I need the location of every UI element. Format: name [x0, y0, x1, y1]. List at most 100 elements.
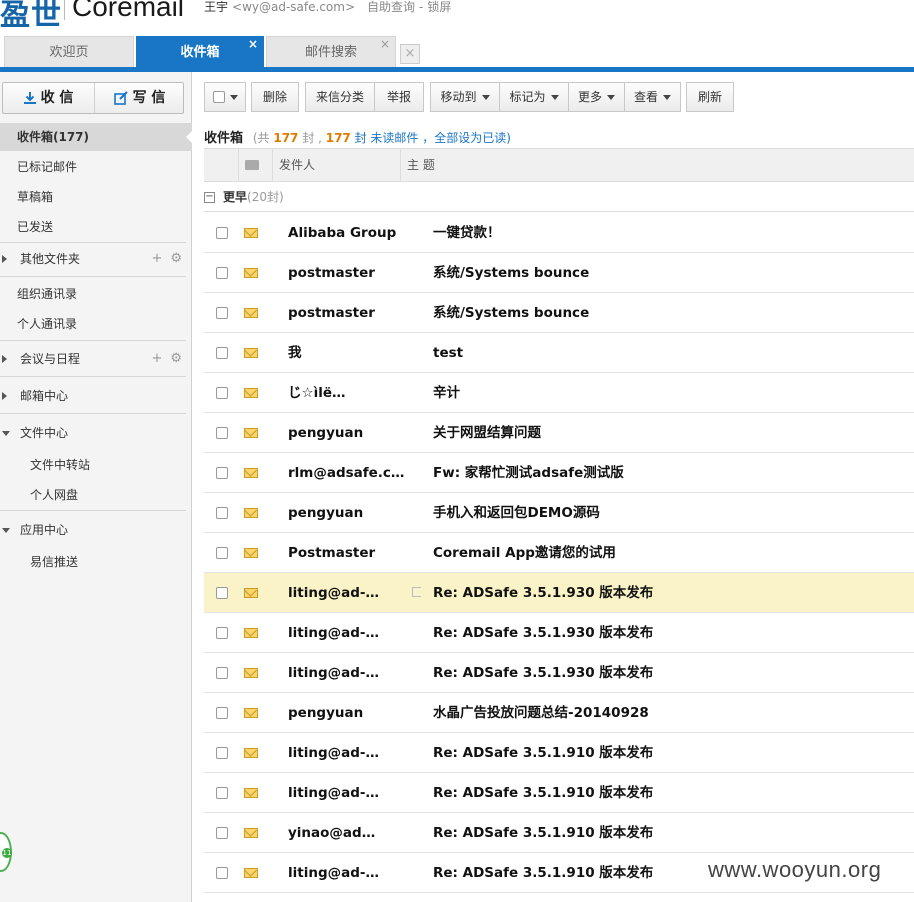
sidebar-item-label: 草稿箱 [17, 190, 54, 204]
table-row[interactable]: pengyuan 手机入和返回包DEMO源码 [204, 493, 914, 533]
row-checkbox[interactable] [216, 267, 228, 279]
add-icon[interactable]: + [151, 351, 162, 366]
row-checkbox[interactable] [216, 867, 228, 879]
close-icon[interactable]: × [380, 28, 390, 60]
flag-icon[interactable] [412, 587, 421, 597]
sidebar-item-personal-contacts[interactable]: 个人通讯录 [0, 310, 192, 338]
sender-column-header[interactable]: 发件人 [272, 149, 400, 181]
mail-subject: 手机入和返回包DEMO源码 [433, 505, 600, 521]
table-row[interactable]: pengyuan 水晶广告投放问题总结-20140928 [204, 693, 914, 733]
expand-arrow-icon[interactable] [2, 392, 7, 400]
row-checkbox[interactable] [216, 627, 228, 639]
sidebar-item-org-contacts[interactable]: 组织通讯录 [0, 280, 192, 308]
select-all-checkbox[interactable] [212, 91, 225, 103]
gear-icon[interactable]: ⚙ [170, 251, 182, 266]
row-checkbox[interactable] [216, 467, 228, 479]
write-button[interactable]: 写 信 [94, 83, 184, 113]
sidebar-item-file-center[interactable]: 文件中心 [0, 419, 192, 447]
row-checkbox[interactable] [216, 667, 228, 679]
mark-as-dropdown[interactable]: 标记为 [499, 82, 569, 112]
table-row[interactable]: liting@ad-… Re: ADSafe 3.5.1.930 版本发布 [204, 573, 914, 613]
sidebar-item-label: 文件中转站 [30, 458, 91, 472]
sender-name: pengyuan [288, 505, 364, 521]
table-row[interactable]: rlm@adsafe.c… Fw: 家帮忙测试adsafe测试版 [204, 453, 914, 493]
close-icon[interactable]: × [400, 44, 420, 64]
row-checkbox[interactable] [216, 827, 228, 839]
table-row[interactable]: postmaster 系统/Systems bounce [204, 293, 914, 333]
close-icon[interactable]: × [248, 28, 258, 60]
table-row[interactable]: liting@ad-… Re: ADSafe 3.5.1.910 版本发布 [204, 773, 914, 813]
mail-subject: Re: ADSafe 3.5.1.930 版本发布 [433, 665, 654, 681]
sender-classify-button[interactable]: 来信分类 [305, 82, 375, 112]
tab-welcome[interactable]: 欢迎页 [4, 36, 134, 68]
table-row[interactable]: Postmaster Coremail App邀请您的试用 [204, 533, 914, 573]
table-row[interactable]: yinao@ad… Re: ADSafe 3.5.1.910 版本发布 [204, 813, 914, 853]
envelope-icon [244, 788, 258, 798]
mark-all-read-link[interactable]: ，全部设为已读) [422, 131, 511, 145]
sender-name: liting@ad-… [288, 865, 379, 881]
sidebar-item-personal-disk[interactable]: 个人网盘 [0, 481, 192, 509]
row-checkbox[interactable] [216, 507, 228, 519]
sidebar-item-mailbox-center[interactable]: 邮箱中心 [0, 382, 192, 410]
lock-screen-link[interactable]: 锁屏 [427, 0, 451, 14]
expand-arrow-icon[interactable] [2, 355, 7, 363]
table-row[interactable]: postmaster 系统/Systems bounce [204, 253, 914, 293]
row-checkbox[interactable] [216, 387, 228, 399]
row-checkbox[interactable] [216, 547, 228, 559]
add-icon[interactable]: + [151, 251, 162, 266]
sender-name: じ☆ìlë… [288, 385, 346, 401]
table-row[interactable]: じ☆ìlë… 辛计 [204, 373, 914, 413]
app-header: 盈世 Coremail 王宇 <wy@ad-safe.com> 自助查询 - 锁屏 [0, 0, 914, 34]
unread-mail-link[interactable]: 封 未读邮件 [355, 131, 419, 145]
table-row[interactable]: liting@ad-… Re: ADSafe 3.5.1.930 版本发布 [204, 613, 914, 653]
receive-button[interactable]: 收 信 [3, 83, 93, 113]
table-row[interactable]: pengyuan 关于网盟结算问题 [204, 413, 914, 453]
sidebar-item-yixin-push[interactable]: 易信推送 [0, 548, 192, 576]
sidebar-item-calendar[interactable]: 会议与日程 + ⚙ [0, 345, 192, 373]
mail-subject: Re: ADSafe 3.5.1.930 版本发布 [433, 625, 654, 641]
sidebar-item-inbox[interactable]: 收件箱(177) [0, 123, 193, 151]
table-row[interactable]: Alibaba Group 一键贷款！ [204, 213, 914, 253]
report-button[interactable]: 举报 [374, 82, 424, 112]
self-service-link[interactable]: 自助查询 [367, 0, 415, 14]
tab-inbox[interactable]: 收件箱 × [136, 36, 264, 68]
sidebar-item-drafts[interactable]: 草稿箱 [0, 183, 192, 211]
subject-column-header[interactable]: 主 题 [400, 149, 914, 181]
table-row[interactable]: liting@ad-… Re: ADSafe 3.5.1.930 版本发布 [204, 653, 914, 693]
refresh-button[interactable]: 刷新 [686, 82, 734, 112]
row-checkbox[interactable] [216, 427, 228, 439]
more-label: 更多 [577, 90, 602, 104]
sidebar-item-sent[interactable]: 已发送 [0, 213, 192, 241]
row-checkbox[interactable] [216, 347, 228, 359]
row-checkbox[interactable] [216, 747, 228, 759]
tab-mail-search[interactable]: 邮件搜索 × [266, 36, 396, 68]
collapse-icon[interactable]: − [204, 192, 215, 203]
group-earlier[interactable]: − 更早(20封) [204, 183, 914, 212]
sidebar-item-file-transfer[interactable]: 文件中转站 [0, 451, 192, 479]
collapse-arrow-icon[interactable] [2, 528, 10, 533]
sender-name: pengyuan [288, 425, 364, 441]
mail-subject: 辛计 [433, 385, 460, 401]
sidebar-item-app-center[interactable]: 应用中心 [0, 516, 192, 544]
row-checkbox[interactable] [216, 787, 228, 799]
row-checkbox[interactable] [216, 307, 228, 319]
move-to-dropdown[interactable]: 移动到 [430, 82, 500, 112]
read-status-column[interactable] [238, 149, 272, 181]
sender-name: liting@ad-… [288, 785, 379, 801]
row-checkbox[interactable] [216, 587, 228, 599]
delete-button[interactable]: 删除 [251, 82, 299, 112]
collapse-arrow-icon[interactable] [2, 431, 10, 436]
select-all-dropdown[interactable] [204, 82, 246, 112]
sidebar-item-flagged[interactable]: 已标记邮件 [0, 153, 192, 181]
gear-icon[interactable]: ⚙ [170, 351, 182, 366]
expand-arrow-icon[interactable] [2, 255, 7, 263]
row-checkbox[interactable] [216, 707, 228, 719]
sidebar-item-other-folders[interactable]: 其他文件夹 + ⚙ [0, 245, 192, 273]
more-dropdown[interactable]: 更多 [568, 82, 625, 112]
row-checkbox[interactable] [216, 227, 228, 239]
view-dropdown[interactable]: 查看 [624, 82, 681, 112]
sender-name: liting@ad-… [288, 625, 379, 641]
table-row[interactable]: liting@ad-… Re: ADSafe 3.5.1.910 版本发布 [204, 733, 914, 773]
table-row[interactable]: 我 test [204, 333, 914, 373]
logo-chinese: 盈世 [0, 0, 62, 33]
